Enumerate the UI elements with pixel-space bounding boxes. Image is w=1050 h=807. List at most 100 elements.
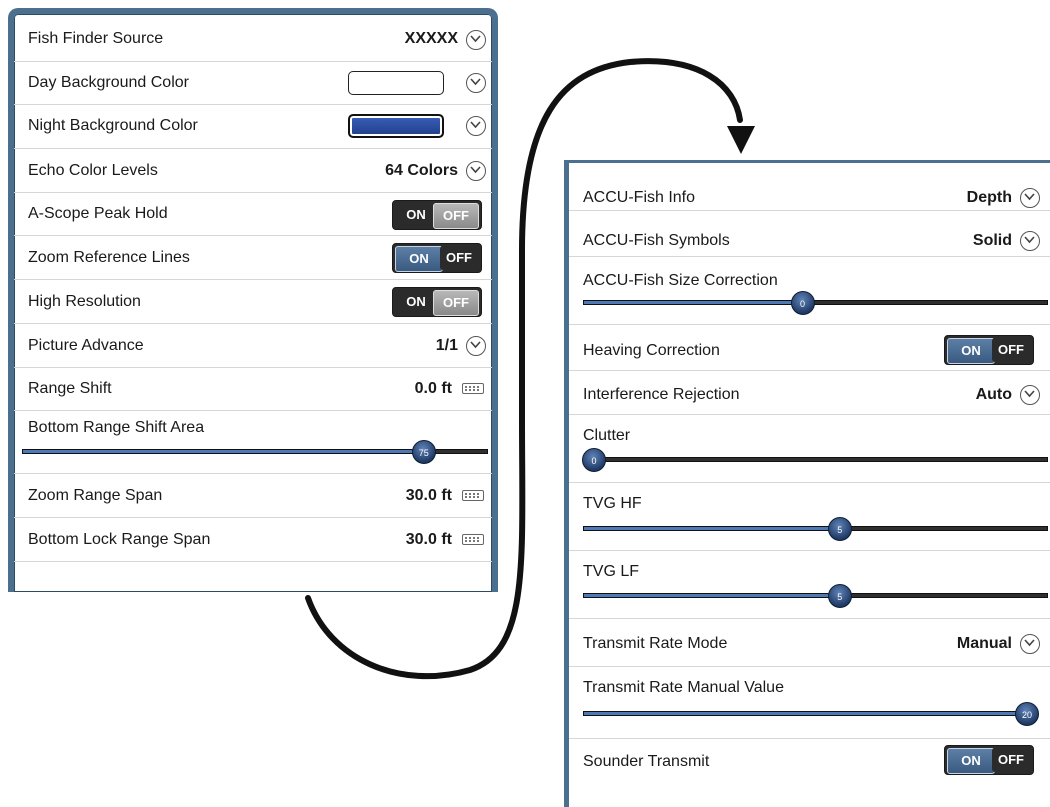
toggle-on-label: ON xyxy=(947,748,995,774)
slider-knob[interactable]: 5 xyxy=(827,584,852,608)
toggle-on-label: ON xyxy=(396,203,436,227)
clutter-row: Clutter 0 xyxy=(569,415,1050,483)
day-background-color-label: Day Background Color xyxy=(28,74,189,91)
interference-rejection-value: Auto xyxy=(975,386,1012,403)
fish-finder-source-value: XXXXX xyxy=(404,30,458,47)
tvg-lf-row: TVG LF 5 xyxy=(569,551,1050,619)
accu-fish-size-correction-slider[interactable]: 0 xyxy=(583,291,1048,315)
a-scope-peak-hold-row: A-Scope Peak Hold ON OFF xyxy=(14,193,492,236)
chevron-down-icon[interactable] xyxy=(466,116,486,136)
keyboard-icon[interactable] xyxy=(462,534,484,545)
chevron-down-icon[interactable] xyxy=(1020,231,1040,251)
day-background-color-row[interactable]: Day Background Color xyxy=(14,62,492,105)
tvg-lf-slider[interactable]: 5 xyxy=(583,584,1048,608)
sounder-transmit-toggle[interactable]: ON OFF xyxy=(944,745,1034,775)
bottom-range-shift-area-row: Bottom Range Shift Area 75 xyxy=(14,411,492,474)
slider-fill xyxy=(23,450,424,453)
zoom-range-span-row[interactable]: Zoom Range Span 30.0 ft xyxy=(14,474,492,518)
high-resolution-toggle[interactable]: ON OFF xyxy=(392,287,482,317)
transmit-rate-mode-row[interactable]: Transmit Rate Mode Manual xyxy=(569,619,1050,667)
chevron-down-icon[interactable] xyxy=(466,73,486,93)
transmit-rate-manual-value-row: Transmit Rate Manual Value 20 xyxy=(569,667,1050,739)
slider-knob[interactable]: 5 xyxy=(827,517,852,541)
accu-fish-info-label: ACCU-Fish Info xyxy=(583,189,696,206)
range-shift-row[interactable]: Range Shift 0.0 ft xyxy=(14,368,492,411)
keyboard-icon[interactable] xyxy=(462,490,484,501)
echo-color-levels-value: 64 Colors xyxy=(385,162,458,179)
bottom-lock-range-span-row[interactable]: Bottom Lock Range Span 30.0 ft xyxy=(14,518,492,562)
slider-knob[interactable]: 0 xyxy=(582,448,606,472)
chevron-down-icon[interactable] xyxy=(466,336,486,356)
chevron-down-icon[interactable] xyxy=(466,30,486,50)
high-resolution-label: High Resolution xyxy=(28,293,141,310)
toggle-off-label: OFF xyxy=(440,246,478,270)
accu-fish-info-row[interactable]: ACCU-Fish Info Depth xyxy=(569,167,1050,211)
accu-fish-symbols-value: Solid xyxy=(972,232,1012,249)
accu-fish-symbols-label: ACCU-Fish Symbols xyxy=(583,232,730,249)
slider-fill xyxy=(584,301,803,304)
high-resolution-row: High Resolution ON OFF xyxy=(14,280,492,324)
picture-advance-label: Picture Advance xyxy=(28,337,144,354)
tvg-hf-slider[interactable]: 5 xyxy=(583,517,1048,541)
accu-fish-size-correction-row: ACCU-Fish Size Correction 0 xyxy=(569,257,1050,325)
chevron-down-icon[interactable] xyxy=(466,161,486,181)
zoom-range-span-label: Zoom Range Span xyxy=(28,487,163,504)
toggle-off-label: OFF xyxy=(992,748,1030,772)
transmit-rate-manual-value-label: Transmit Rate Manual Value xyxy=(583,679,784,696)
toggle-on-label: ON xyxy=(395,246,443,272)
echo-color-levels-row[interactable]: Echo Color Levels 64 Colors xyxy=(14,149,492,193)
interference-rejection-label: Interference Rejection xyxy=(583,386,740,403)
fish-finder-source-label: Fish Finder Source xyxy=(28,30,164,47)
slider-knob[interactable]: 75 xyxy=(411,440,436,464)
a-scope-peak-hold-label: A-Scope Peak Hold xyxy=(28,205,168,222)
heaving-correction-toggle[interactable]: ON OFF xyxy=(944,335,1034,365)
slider-knob[interactable]: 0 xyxy=(790,291,815,315)
day-color-swatch[interactable] xyxy=(348,71,444,95)
chevron-down-icon[interactable] xyxy=(1020,385,1040,405)
slider-knob[interactable]: 20 xyxy=(1015,702,1039,726)
transmit-rate-mode-value: Manual xyxy=(956,635,1012,652)
a-scope-peak-hold-toggle[interactable]: ON OFF xyxy=(392,200,482,230)
toggle-off-label: OFF xyxy=(992,338,1030,362)
night-background-color-row[interactable]: Night Background Color xyxy=(14,105,492,149)
clutter-slider[interactable]: 0 xyxy=(582,448,1048,472)
transmit-rate-manual-value-slider[interactable]: 20 xyxy=(583,702,1039,726)
range-shift-value: 0.0 ft xyxy=(414,380,452,397)
range-shift-label: Range Shift xyxy=(28,380,112,397)
sounder-transmit-label: Sounder Transmit xyxy=(583,753,710,770)
echo-color-levels-label: Echo Color Levels xyxy=(28,162,158,179)
zoom-reference-lines-label: Zoom Reference Lines xyxy=(28,249,190,266)
keyboard-icon[interactable] xyxy=(462,383,484,394)
chevron-down-icon[interactable] xyxy=(1020,188,1040,208)
zoom-reference-lines-row: Zoom Reference Lines ON OFF xyxy=(14,236,492,280)
interference-rejection-row[interactable]: Interference Rejection Auto xyxy=(569,371,1050,415)
night-color-swatch[interactable] xyxy=(348,114,444,138)
zoom-reference-lines-toggle[interactable]: ON OFF xyxy=(392,243,482,273)
left-settings-panel: Fish Finder Source XXXXX Day Background … xyxy=(8,8,498,592)
toggle-off-label: OFF xyxy=(433,203,479,229)
bottom-lock-range-span-label: Bottom Lock Range Span xyxy=(28,531,211,548)
chevron-down-icon[interactable] xyxy=(1020,634,1040,654)
transmit-rate-mode-label: Transmit Rate Mode xyxy=(583,635,728,652)
slider-fill xyxy=(584,712,1037,715)
fish-finder-source-row[interactable]: Fish Finder Source XXXXX xyxy=(14,18,492,62)
picture-advance-value: 1/1 xyxy=(435,337,458,354)
accu-fish-symbols-row[interactable]: ACCU-Fish Symbols Solid xyxy=(569,211,1050,257)
slider-fill xyxy=(584,594,840,597)
night-background-color-label: Night Background Color xyxy=(28,117,198,134)
zoom-range-span-value: 30.0 ft xyxy=(405,487,452,504)
sounder-transmit-row: Sounder Transmit ON OFF xyxy=(569,739,1050,785)
right-settings-panel: ACCU-Fish Info Depth ACCU-Fish Symbols S… xyxy=(564,160,1050,807)
bottom-range-shift-area-label: Bottom Range Shift Area xyxy=(28,419,205,436)
picture-advance-row[interactable]: Picture Advance 1/1 xyxy=(14,324,492,368)
bottom-lock-range-span-value: 30.0 ft xyxy=(405,531,452,548)
tvg-lf-label: TVG LF xyxy=(583,563,640,580)
heaving-correction-row: Heaving Correction ON OFF xyxy=(569,325,1050,371)
tvg-hf-row: TVG HF 5 xyxy=(569,483,1050,551)
heaving-correction-label: Heaving Correction xyxy=(583,342,720,359)
slider-fill xyxy=(584,527,840,530)
tvg-hf-label: TVG HF xyxy=(583,495,642,512)
accu-fish-info-value: Depth xyxy=(966,189,1012,206)
toggle-on-label: ON xyxy=(947,338,995,364)
bottom-range-shift-area-slider[interactable]: 75 xyxy=(22,440,488,464)
